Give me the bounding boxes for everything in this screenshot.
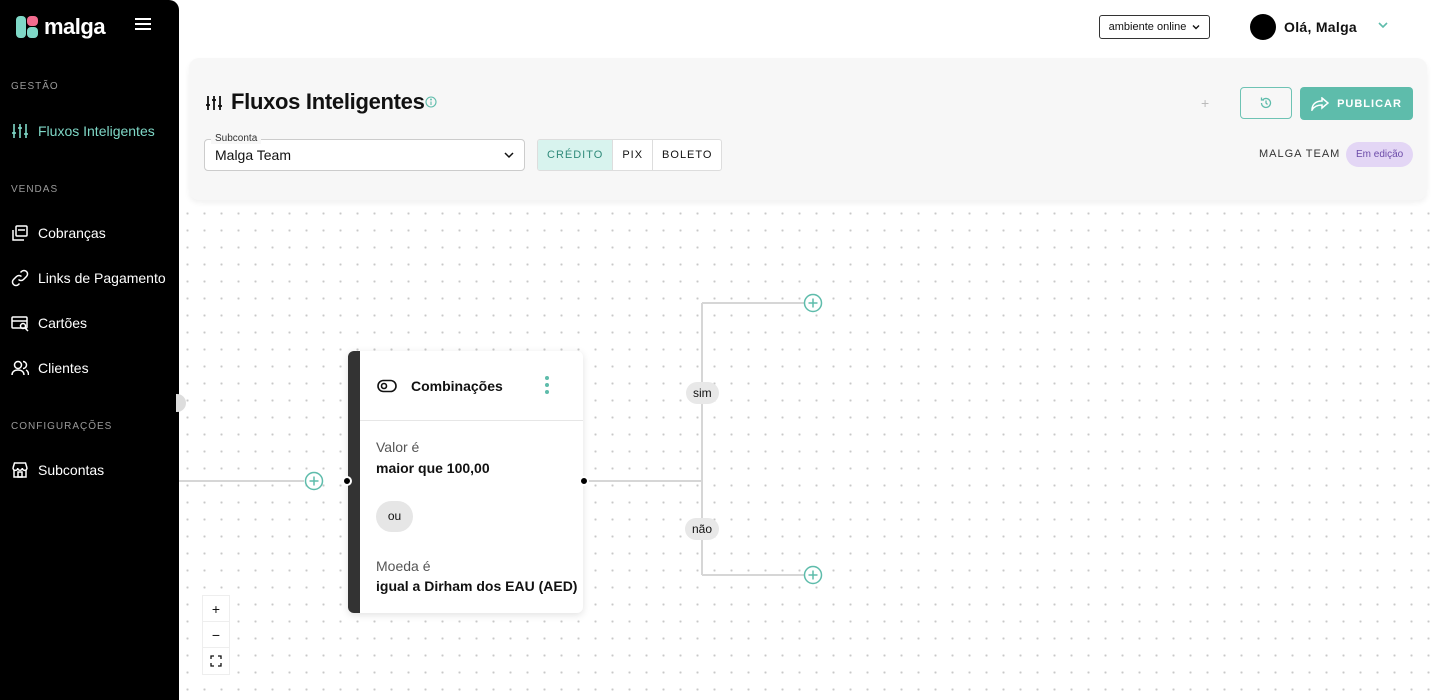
node-menu-icon[interactable] <box>544 376 550 396</box>
branch-yes-label: sim <box>686 382 719 404</box>
node-title: Combinações <box>411 378 503 394</box>
zoom-out-button[interactable]: − <box>203 622 229 648</box>
fit-view-button[interactable] <box>203 648 229 674</box>
condition-label: Valor é <box>376 439 420 455</box>
toggle-icon <box>377 379 397 393</box>
add-node-icon[interactable] <box>304 471 324 491</box>
condition-value: maior que 100,00 <box>376 460 490 476</box>
node-output-handle[interactable] <box>579 476 589 486</box>
branch-no-label: não <box>685 518 720 540</box>
condition-value: igual a Dirham dos EAU (AED) <box>376 578 578 594</box>
condition-label: Moeda é <box>376 558 431 574</box>
operator-chip: ou <box>376 501 413 532</box>
fullscreen-icon <box>210 655 222 667</box>
add-node-no-icon[interactable] <box>803 565 823 585</box>
add-node-yes-icon[interactable] <box>803 293 823 313</box>
zoom-controls: + − <box>202 595 230 675</box>
node-input-handle[interactable] <box>342 476 352 486</box>
zoom-in-button[interactable]: + <box>203 596 229 622</box>
